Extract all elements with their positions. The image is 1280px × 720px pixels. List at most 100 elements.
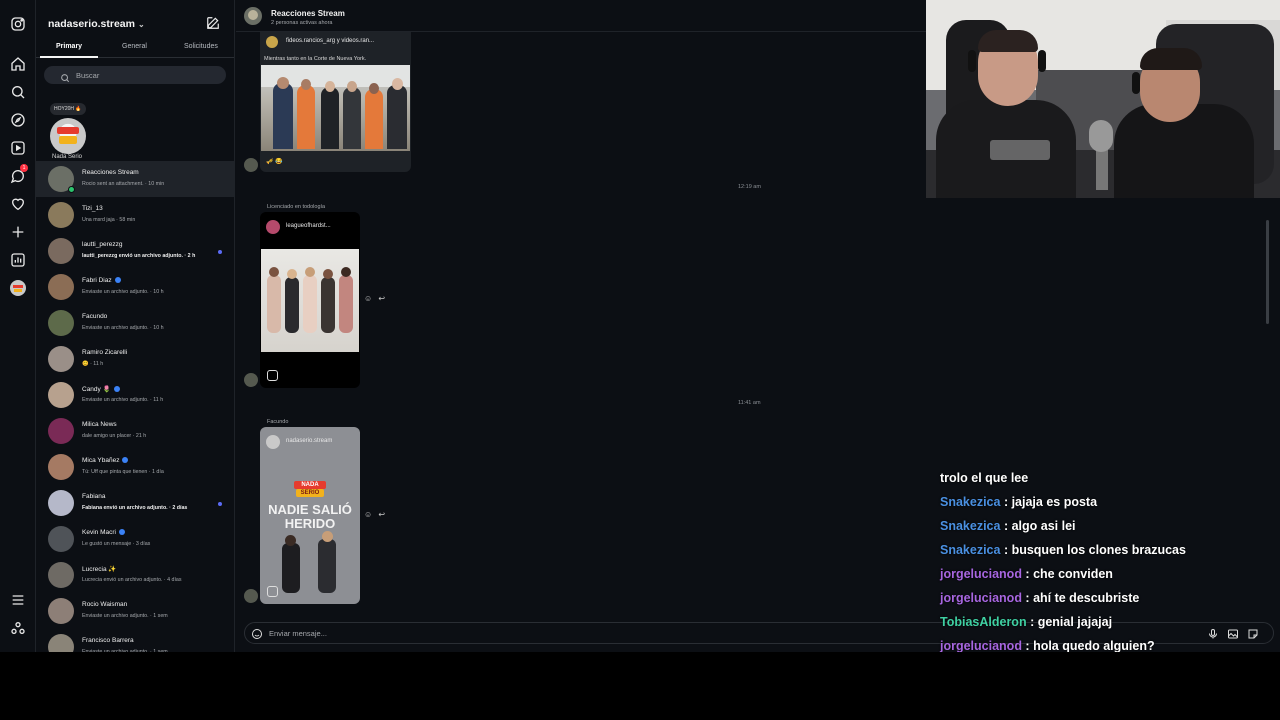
- conversation-list: Reacciones Stream Rocio sent an attachmen…: [36, 161, 234, 652]
- stream-chat-overlay: trolo el que lee Snakezica : jajaja es p…: [936, 452, 1276, 652]
- conversation-name: Fabiana: [82, 493, 106, 500]
- stream-chat-username: Snakezica: [940, 495, 1001, 509]
- shared-post[interactable]: fideos.rancios_arg y videos.ran... Mient…: [260, 32, 411, 172]
- home-icon[interactable]: [10, 56, 26, 72]
- tab-general[interactable]: General: [122, 43, 147, 50]
- stream-chat-text: busquen los clones brazucas: [1011, 543, 1186, 557]
- reaction-buttons[interactable]: ☺ ↩: [364, 510, 387, 519]
- chat-title: Reacciones Stream: [271, 9, 345, 18]
- shared-reel[interactable]: leagueofhardst...: [260, 212, 360, 388]
- instagram-icon[interactable]: [10, 16, 26, 32]
- chat-active-status: 2 personas activas ahora: [271, 20, 333, 26]
- avatar: [244, 373, 258, 387]
- reel-image: [261, 249, 359, 352]
- stream-chat-username: Snakezica: [940, 519, 1001, 533]
- menu-icon[interactable]: [10, 592, 26, 608]
- explore-icon[interactable]: [10, 112, 26, 128]
- tab-primary[interactable]: Primary: [56, 43, 82, 50]
- conversation-item[interactable]: Mica Ybañez Tú: Uff que pinta que tienen …: [36, 449, 234, 485]
- verified-badge-icon: [118, 529, 125, 536]
- conversation-item[interactable]: Fabiana Fabiana envió un archivo adjunto.…: [36, 485, 234, 521]
- conversation-name: Ramiro Zicarelli: [82, 349, 128, 356]
- conversation-item[interactable]: Reacciones Stream Rocio sent an attachmen…: [36, 161, 234, 197]
- reel-icon: [267, 370, 278, 381]
- emoji-icon[interactable]: [251, 627, 263, 639]
- conversation-name: Facundo: [82, 313, 108, 320]
- conversation-item[interactable]: Candy 🌷 Enviaste un archivo adjunto. · 11…: [36, 377, 234, 413]
- stream-chat-separator: :: [1000, 495, 1012, 509]
- search-input[interactable]: Buscar: [44, 66, 226, 84]
- avatar: [266, 36, 278, 48]
- avatar: [244, 589, 258, 603]
- account-username: nadaserio.stream: [48, 18, 135, 30]
- group-avatar: [244, 7, 262, 25]
- stream-chat-separator: :: [1026, 615, 1038, 629]
- nada-serio-logo-bottom: SERIO: [296, 489, 324, 497]
- scrollbar[interactable]: [1266, 220, 1269, 324]
- conversation-name: Rocio Waisman: [82, 601, 128, 608]
- tab-requests[interactable]: Solicitudes: [184, 43, 218, 50]
- stream-chat-message: jorgelucianod : hola quedo alguien?: [940, 639, 1155, 652]
- conversation-item[interactable]: Rocio Waisman Enviaste un archivo adjunto…: [36, 593, 234, 629]
- stream-chat-username: Snakezica: [940, 543, 1001, 557]
- conversation-item[interactable]: Milica News dale amigo un placer · 21 h: [36, 413, 234, 449]
- search-icon: [60, 70, 70, 83]
- avatar: [48, 526, 74, 552]
- conversation-name: Francisco Barrera: [82, 637, 134, 644]
- reaction-icons: 🎺 😂: [266, 159, 283, 165]
- stream-chat-text: hola quedo alguien?: [1033, 639, 1155, 652]
- reel-source: nadaserio.stream: [286, 438, 333, 444]
- conversation-item[interactable]: Fabri Diaz Enviaste un archivo adjunto. ·…: [36, 269, 234, 305]
- instagram-dm-app: 1 nadaserio.stream ⌄ Primary General Sol…: [0, 0, 1280, 652]
- avatar: [48, 418, 74, 444]
- search-icon[interactable]: [10, 84, 26, 100]
- stream-chat-message: jorgelucianod : ahí te descubriste: [940, 591, 1139, 605]
- profile-icon[interactable]: [10, 280, 26, 296]
- create-icon[interactable]: [10, 224, 26, 240]
- post-image: [261, 65, 410, 151]
- reel-icon: [267, 586, 278, 597]
- notifications-icon[interactable]: [10, 196, 26, 212]
- note-story[interactable]: HOY20H 🔥 Nada Serio: [50, 100, 90, 164]
- threads-icon[interactable]: [10, 620, 26, 636]
- reel-headline: NADIE SALIÓ HERIDO: [268, 502, 352, 531]
- stream-chat-separator: :: [1021, 567, 1034, 581]
- conversation-preview: Fabiana envió un archivo adjunto. · 2 dí…: [82, 505, 188, 511]
- unread-dot: [218, 250, 222, 254]
- shared-reel[interactable]: nadaserio.stream NADA SERIO NADIE SALIÓ …: [260, 427, 360, 604]
- conversation-item[interactable]: lautti_perezzg lautti_perezzg envió un ar…: [36, 233, 234, 269]
- conversation-name: Kevin Macri: [82, 529, 125, 536]
- avatar: [48, 634, 74, 652]
- conversation-preview: lautti_perezzg envió un archivo adjunto.…: [82, 253, 196, 259]
- nada-serio-logo: NADA: [294, 481, 326, 489]
- account-switcher[interactable]: nadaserio.stream ⌄: [48, 18, 145, 30]
- tab-underline: [40, 56, 98, 58]
- message-input[interactable]: Enviar mensaje...: [269, 629, 327, 638]
- avatar: [48, 490, 74, 516]
- compose-icon[interactable]: [206, 16, 220, 30]
- conversation-preview: Enviaste un archivo adjunto. · 10 h: [82, 325, 164, 331]
- conversation-item[interactable]: Facundo Enviaste un archivo adjunto. · 10…: [36, 305, 234, 341]
- conversation-preview: Enviaste un archivo adjunto. · 1 sem: [82, 613, 168, 619]
- conversation-preview: Lucrecia envió un archivo adjunto. · 4 d…: [82, 577, 182, 583]
- reels-icon[interactable]: [10, 140, 26, 156]
- stream-chat-username: jorgelucianod: [940, 567, 1022, 581]
- note-bubble: HOY20H 🔥: [50, 103, 86, 115]
- stream-chat-separator: :: [1021, 639, 1034, 652]
- conversation-item[interactable]: Ramiro Zicarelli 😊 · 11 h: [36, 341, 234, 377]
- stream-chat-partial: trolo el que lee: [940, 471, 1029, 485]
- conversation-item[interactable]: Tizi_13 Una msrd jaja · 58 min: [36, 197, 234, 233]
- dashboard-icon[interactable]: [10, 252, 26, 268]
- conversation-item[interactable]: Lucrecia ✨ Lucrecia envió un archivo adju…: [36, 557, 234, 593]
- nav-rail: 1: [0, 0, 36, 652]
- conversation-item[interactable]: Francisco Barrera Enviaste un archivo adj…: [36, 629, 234, 652]
- conversation-preview: Tú: Uff que pinta que tienen · 1 día: [82, 469, 164, 475]
- stream-chat-text: jajaja es posta: [1011, 495, 1098, 509]
- avatar: [48, 238, 74, 264]
- reaction-buttons[interactable]: ☺ ↩: [364, 294, 387, 303]
- conversation-item[interactable]: Kevin Macri Le gustó un mensaje · 3 días: [36, 521, 234, 557]
- sender-name: Facundo: [267, 419, 289, 425]
- chevron-down-icon: ⌄: [137, 20, 145, 29]
- verified-badge-icon: [114, 277, 121, 284]
- conversation-preview: Rocio sent an attachment. · 10 min: [82, 181, 165, 187]
